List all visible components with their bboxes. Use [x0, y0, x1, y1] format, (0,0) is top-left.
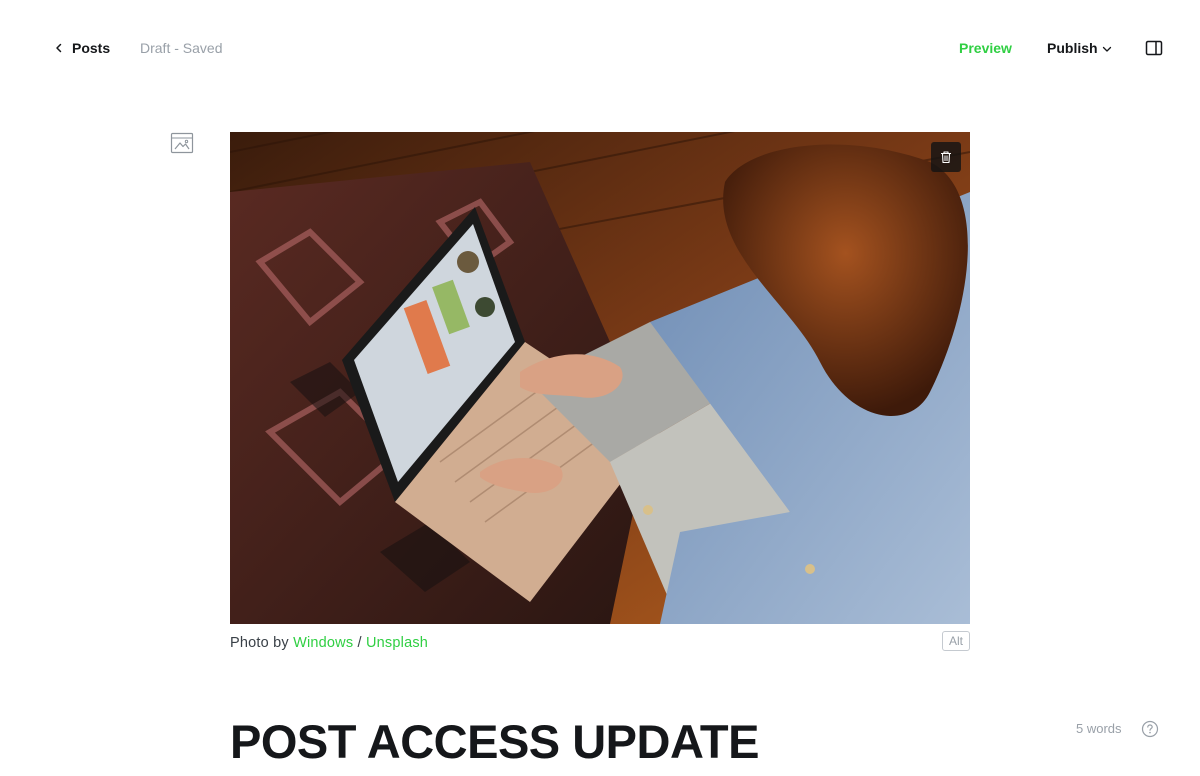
- image-caption[interactable]: Photo by Windows / Unsplash: [230, 635, 428, 651]
- chevron-down-icon: [1102, 46, 1111, 52]
- image-icon[interactable]: [170, 131, 194, 155]
- trash-icon: [941, 151, 951, 164]
- caption-separator: /: [353, 635, 366, 651]
- caption-author-link[interactable]: Windows: [293, 635, 353, 651]
- post-status: Draft - Saved: [140, 40, 223, 56]
- preview-button[interactable]: Preview: [959, 40, 1012, 56]
- caption-source-link[interactable]: Unsplash: [366, 635, 428, 651]
- delete-image-button[interactable]: [931, 142, 961, 172]
- publish-button[interactable]: Publish: [1047, 40, 1112, 56]
- sidebar-toggle-icon[interactable]: [1144, 38, 1164, 58]
- feature-photo: [230, 132, 970, 624]
- back-to-posts-link[interactable]: Posts: [54, 38, 110, 58]
- publish-button-label: Publish: [1047, 40, 1098, 56]
- chevron-left-icon: [56, 43, 62, 53]
- help-icon[interactable]: [1141, 720, 1159, 738]
- alt-text-button[interactable]: Alt: [942, 631, 970, 651]
- back-link-label: Posts: [72, 40, 111, 56]
- feature-image[interactable]: [230, 132, 970, 624]
- word-count: 5 words: [1076, 721, 1122, 736]
- editor-header: Posts Draft - Saved Preview Publish: [0, 0, 1200, 96]
- caption-prefix: Photo by: [230, 635, 294, 651]
- post-title[interactable]: POST ACCESS UPDATE: [230, 712, 970, 772]
